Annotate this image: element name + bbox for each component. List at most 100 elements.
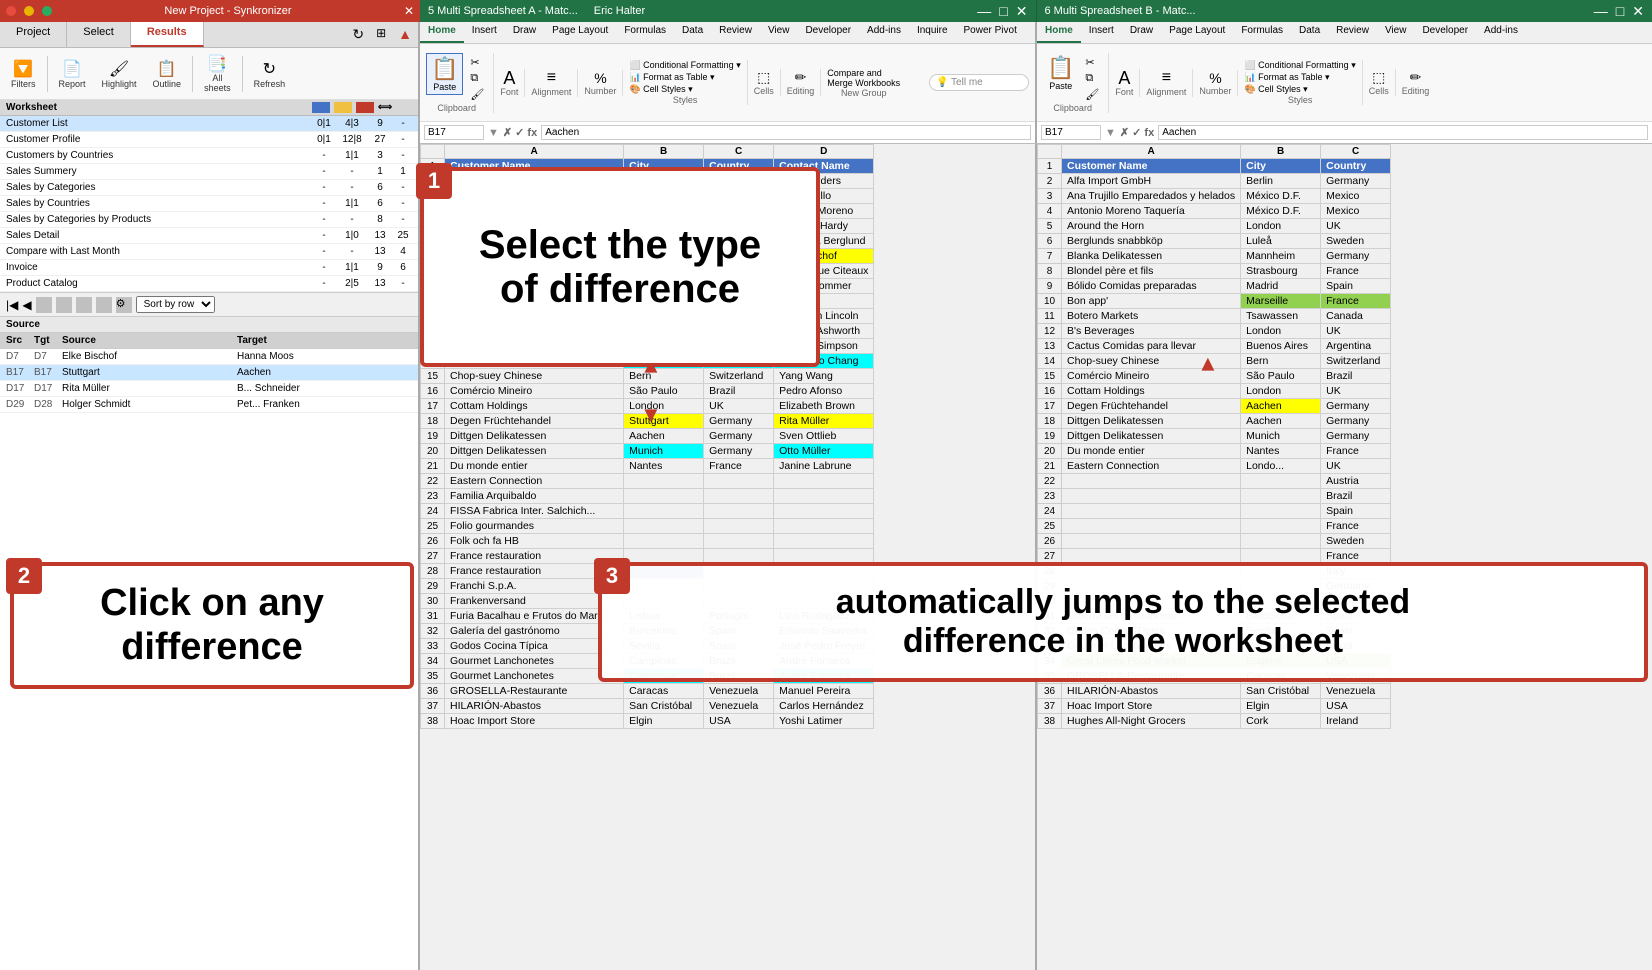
minimize-dot[interactable] bbox=[24, 6, 34, 16]
cell-b-9-a[interactable]: Bólido Comidas preparadas bbox=[1062, 279, 1241, 294]
cell-b-15-a[interactable]: Comércio Mineiro bbox=[1062, 369, 1241, 384]
cell-b-17-b[interactable]: Aachen bbox=[1241, 399, 1321, 414]
cell-a-25-d[interactable] bbox=[774, 519, 874, 534]
cell-b-8-a[interactable]: Blondel père et fils bbox=[1062, 264, 1241, 279]
cell-b-13-b[interactable]: Buenos Aires bbox=[1241, 339, 1321, 354]
cell-a-36-d[interactable]: Manuel Pereira bbox=[774, 684, 874, 699]
excel-b-tab-pagelayout[interactable]: Page Layout bbox=[1161, 22, 1233, 43]
sort-select[interactable]: Sort by row bbox=[136, 296, 215, 313]
nav-sort-icon4[interactable] bbox=[96, 297, 112, 313]
cell-a-31-a[interactable]: Furia Bacalhau e Frutos do Mar bbox=[445, 609, 624, 624]
ws-row-product-catalog[interactable]: Product Catalog - 2|5 13 - bbox=[0, 276, 418, 292]
cell-a-37-b[interactable]: San Cristóbal bbox=[624, 699, 704, 714]
cell-a-23-a[interactable]: Familia Arquibaldo bbox=[445, 489, 624, 504]
cell-b-15-b[interactable]: São Paulo bbox=[1241, 369, 1321, 384]
cell-a-23-d[interactable] bbox=[774, 489, 874, 504]
cell-a-16-d[interactable]: Pedro Afonso bbox=[774, 384, 874, 399]
format-as-table-btn-a[interactable]: 📊 Format as Table ▾ bbox=[629, 72, 740, 83]
cell-a-17-b[interactable]: London bbox=[624, 399, 704, 414]
cell-a-26-b[interactable] bbox=[624, 534, 704, 549]
cell-a-24-c[interactable] bbox=[704, 504, 774, 519]
cell-b-37-c[interactable]: USA bbox=[1321, 699, 1391, 714]
cell-b-6-b[interactable]: Luleå bbox=[1241, 234, 1321, 249]
cell-b-16-b[interactable]: London bbox=[1241, 384, 1321, 399]
synk-close-btn[interactable]: ✕ bbox=[404, 4, 414, 18]
excel-b-close[interactable]: ✕ bbox=[1632, 3, 1644, 20]
cell-a-20-c[interactable]: Germany bbox=[704, 444, 774, 459]
cell-b-37-b[interactable]: Elgin bbox=[1241, 699, 1321, 714]
cell-b-22-b[interactable] bbox=[1241, 474, 1321, 489]
cell-a-36-a[interactable]: GROSELLA-Restaurante bbox=[445, 684, 624, 699]
cell-b-24-a[interactable] bbox=[1062, 504, 1241, 519]
cell-a-32-a[interactable]: Galería del gastrónomo bbox=[445, 624, 624, 639]
cell-a-26-a[interactable]: Folk och fa HB bbox=[445, 534, 624, 549]
cell-b-6-a[interactable]: Berglunds snabbköp bbox=[1062, 234, 1241, 249]
cell-b-26-a[interactable] bbox=[1062, 534, 1241, 549]
excel-b-tab-data[interactable]: Data bbox=[1291, 22, 1328, 43]
cell-b-21-b[interactable]: Londo... bbox=[1241, 459, 1321, 474]
formula-value-box-b[interactable] bbox=[1158, 125, 1648, 140]
nav-prev[interactable]: ◀ bbox=[22, 298, 31, 312]
excel-a-tab-draw[interactable]: Draw bbox=[505, 22, 544, 43]
ws-row-customers-countries[interactable]: Customers by Countries - 1|1 3 - bbox=[0, 148, 418, 164]
cell-b-20-a[interactable]: Du monde entier bbox=[1062, 444, 1241, 459]
cell-b-37-a[interactable]: Hoac Import Store bbox=[1062, 699, 1241, 714]
cell-a-25-c[interactable] bbox=[704, 519, 774, 534]
excel-b-tab-insert[interactable]: Insert bbox=[1081, 22, 1122, 43]
cell-styles-btn-a[interactable]: 🎨 Cell Styles ▾ bbox=[629, 84, 740, 95]
cell-b-26-c[interactable]: Sweden bbox=[1321, 534, 1391, 549]
cell-b-11-c[interactable]: Canada bbox=[1321, 309, 1391, 324]
cell-a-15-a[interactable]: Chop-suey Chinese bbox=[445, 369, 624, 384]
all-sheets-btn[interactable]: 📑 Allsheets bbox=[199, 52, 236, 96]
excel-a-tab-insert[interactable]: Insert bbox=[464, 22, 505, 43]
cell-b-23-c[interactable]: Brazil bbox=[1321, 489, 1391, 504]
cell-a-38-b[interactable]: Elgin bbox=[624, 714, 704, 729]
diff-row-b17[interactable]: B17 B17 Stuttgart Aachen bbox=[0, 365, 418, 381]
cell-a-18-c[interactable]: Germany bbox=[704, 414, 774, 429]
cell-b-1-c[interactable]: Country bbox=[1321, 159, 1391, 174]
cell-b-38-a[interactable]: Hughes All-Night Grocers bbox=[1062, 714, 1241, 729]
nav-sort-icon3[interactable] bbox=[76, 297, 92, 313]
excel-a-tab-formulas[interactable]: Formulas bbox=[616, 22, 674, 43]
cell-b-25-b[interactable] bbox=[1241, 519, 1321, 534]
cell-b-8-c[interactable]: France bbox=[1321, 264, 1391, 279]
excel-b-tab-developer[interactable]: Developer bbox=[1414, 22, 1476, 43]
cell-b-14-b[interactable]: Bern bbox=[1241, 354, 1321, 369]
cell-b-12-b[interactable]: London bbox=[1241, 324, 1321, 339]
cell-b-24-c[interactable]: Spain bbox=[1321, 504, 1391, 519]
cell-b-10-a[interactable]: Bon app' bbox=[1062, 294, 1241, 309]
excel-a-tab-addins[interactable]: Add-ins bbox=[859, 22, 909, 43]
compare-merge-btn-a[interactable]: Compare andMerge Workbooks bbox=[827, 68, 900, 88]
cell-a-26-c[interactable] bbox=[704, 534, 774, 549]
cell-a-34-a[interactable]: Gourmet Lanchonetes bbox=[445, 654, 624, 669]
tab-results[interactable]: Results bbox=[131, 22, 204, 47]
cell-b-7-a[interactable]: Blanka Delikatessen bbox=[1062, 249, 1241, 264]
format-painter-btn-b[interactable]: 🖌 bbox=[1082, 87, 1102, 102]
ws-row-invoice[interactable]: Invoice - 1|1 9 6 bbox=[0, 260, 418, 276]
cell-b-14-a[interactable]: Chop-suey Chinese bbox=[1062, 354, 1241, 369]
cell-b-2-a[interactable]: Alfa Import GmbH bbox=[1062, 174, 1241, 189]
cell-styles-btn-b[interactable]: 🎨 Cell Styles ▾ bbox=[1244, 84, 1355, 95]
cell-b-25-c[interactable]: France bbox=[1321, 519, 1391, 534]
cell-b-21-a[interactable]: Eastern Connection bbox=[1062, 459, 1241, 474]
cell-b-5-b[interactable]: London bbox=[1241, 219, 1321, 234]
cell-a-36-c[interactable]: Venezuela bbox=[704, 684, 774, 699]
diff-row-d29[interactable]: D29 D28 Holger Schmidt Pet... Franken bbox=[0, 397, 418, 413]
excel-b-tab-draw[interactable]: Draw bbox=[1122, 22, 1161, 43]
excel-a-maximize[interactable]: □ bbox=[999, 3, 1007, 19]
cell-b-9-b[interactable]: Madrid bbox=[1241, 279, 1321, 294]
cell-a-33-a[interactable]: Godos Cocina Típica bbox=[445, 639, 624, 654]
cell-b-4-b[interactable]: México D.F. bbox=[1241, 204, 1321, 219]
cell-b-4-a[interactable]: Antonio Moreno Taquería bbox=[1062, 204, 1241, 219]
format-as-table-btn-b[interactable]: 📊 Format as Table ▾ bbox=[1244, 72, 1355, 83]
copy-btn-a[interactable]: ⧉ bbox=[467, 71, 487, 86]
cell-a-24-b[interactable] bbox=[624, 504, 704, 519]
excel-a-tab-pagelayout[interactable]: Page Layout bbox=[544, 22, 616, 43]
cell-a-18-b[interactable]: Stuttgart bbox=[624, 414, 704, 429]
cell-a-16-b[interactable]: São Paulo bbox=[624, 384, 704, 399]
cell-a-16-c[interactable]: Brazil bbox=[704, 384, 774, 399]
formula-name-box-a[interactable] bbox=[424, 125, 484, 140]
cell-a-36-b[interactable]: Caracas bbox=[624, 684, 704, 699]
cell-b-10-b[interactable]: Marseille bbox=[1241, 294, 1321, 309]
cell-b-12-a[interactable]: B's Beverages bbox=[1062, 324, 1241, 339]
